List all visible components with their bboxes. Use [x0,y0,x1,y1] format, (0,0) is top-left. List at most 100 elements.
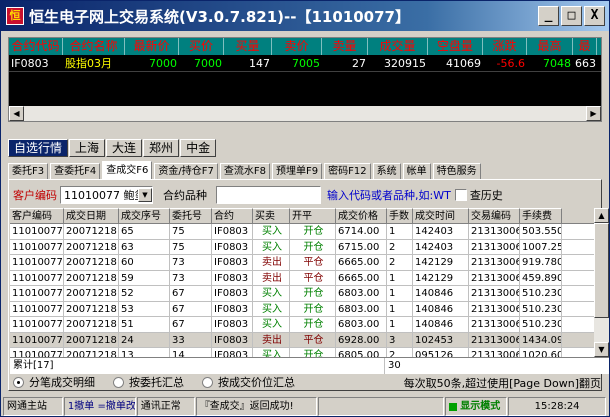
chevron-down-icon[interactable]: ▼ [138,188,152,202]
quote-col-header[interactable]: 买量 [224,38,272,55]
grid-vscrollbar[interactable]: ▲ ▼ [594,208,609,357]
table-cell: 平仓 [290,270,336,285]
scroll-left-icon[interactable]: ◀ [9,106,24,121]
grid-col-header[interactable]: 手数 [387,208,413,223]
scroll-up-icon[interactable]: ▲ [594,208,609,223]
table-cell: 24 [119,332,170,347]
quote-cell: 7000 [149,57,177,70]
table-row[interactable]: 11010077 20071218 52 67 IF0803 买入 开仓 6803.00 1 14… [10,286,594,302]
account-value: 11010077 鲍玺 [64,189,138,202]
function-tab[interactable]: 资金/持仓F7 [154,163,218,180]
function-tab[interactable]: 帐单 [402,163,431,180]
scroll-track[interactable] [24,106,586,121]
table-cell: 213130063 [469,348,520,357]
table-cell: 140846 [413,317,469,332]
table-row[interactable]: 11010077 20071218 51 67 IF0803 买入 开仓 6803.00 1 14… [10,317,594,333]
quote-col-header[interactable]: 空盘量 [428,38,483,55]
quote-col-header[interactable]: 合约代码 [9,38,63,55]
table-cell: IF0803 [212,332,253,347]
table-cell: 59 [119,270,170,285]
grid-col-header[interactable]: 成交时间 [413,208,469,223]
market-tab[interactable]: 郑州 [143,139,180,157]
table-cell: 11010077 [12,286,64,301]
status-display-mode-text: 显示模式 [460,401,501,412]
history-checkbox[interactable] [454,189,467,201]
function-tab[interactable]: 密码F12 [324,163,371,180]
grid-col-header[interactable]: 成交日期 [64,208,119,223]
quote-col-header[interactable]: 最高 [527,38,573,55]
table-cell: 20071218 [64,255,119,270]
quote-col-header[interactable]: 卖价 [272,38,322,55]
table-cell: 33 [170,332,212,347]
function-tab[interactable]: 特色服务 [432,163,481,180]
function-tab[interactable]: 查流水F8 [219,163,270,180]
scroll-down-icon[interactable]: ▼ [594,342,609,357]
maximize-button[interactable]: □ [561,6,582,26]
market-tab[interactable]: 中金 [180,139,217,157]
table-cell: 142129 [413,255,469,270]
table-cell: 11010077 [10,348,64,357]
quote-col-header[interactable]: 买价 [179,38,224,55]
grid-col-header[interactable]: 成交价格 [336,208,387,223]
quote-col-header[interactable]: 最 [573,38,597,55]
account-select[interactable]: 11010077 鲍玺 ▼ [60,186,153,204]
function-tab[interactable]: 查委托F4 [50,163,101,180]
quote-col-header[interactable]: 合约名称 [63,38,125,55]
grid-col-header[interactable]: 客户编码 [10,208,64,223]
quote-row[interactable]: IF0803 股指03月 7000 7000 147 7005 27 320915 41069 -… [9,55,601,72]
status-bar: 网通主站 1撤单 =撤单改1 通讯正常 『查成交』返回成功! 显示模式 15:2… [3,397,607,416]
table-row[interactable]: 11010077 20071218 63 75 IF0803 买入 开仓 6715.00 2 14… [10,239,594,255]
radio-label-by-order: 按委托汇总 [129,376,184,389]
contract-input[interactable] [216,186,321,204]
market-tab[interactable]: 自选行情 [8,139,69,157]
table-cell: 1 [387,224,413,239]
grid-col-header[interactable]: 交易编码 [469,208,520,223]
quote-cell: 147 [249,57,270,70]
function-tab[interactable]: 委托F3 [8,163,49,180]
table-row[interactable]: 11010077 20071218 24 33 IF0803 卖出 平仓 6928.00 3 10… [10,332,594,348]
title-bar[interactable]: 恒 恒生电子网上交易系统(V3.0.7.821)--【11010077】 _ □… [1,1,609,31]
grid-col-header[interactable]: 开平 [290,208,336,223]
function-tab[interactable]: 预埋单F9 [271,163,323,180]
grid-col-header[interactable]: 合约 [212,208,253,223]
app-logo-icon: 恒 [6,7,24,25]
radio-detail[interactable] [13,376,24,388]
function-tabs: 委托F3 查委托F4 查成交F6 资金/持仓F7 查流水F8 预埋单F9 密码F12 系统 帐单… [8,161,483,180]
table-row[interactable]: 11010077 20071218 53 67 IF0803 买入 开仓 6803.00 1 14… [10,301,594,317]
radio-by-order[interactable] [113,376,124,388]
quote-col-header[interactable]: 成交量 [368,38,428,55]
minimize-button[interactable]: _ [538,6,559,26]
grid-col-header[interactable]: 委托号 [170,208,212,223]
table-row[interactable]: 11010077 20071218 13 14 IF0803 买入 开仓 6805.00 2 09… [10,348,594,357]
function-tab[interactable]: 查成交F6 [102,161,153,180]
quote-hscrollbar[interactable]: ◀ ▶ [9,106,601,121]
grid-col-header[interactable]: 成交序号 [119,208,170,223]
quote-col-header[interactable]: 卖量 [322,38,368,55]
radio-label-by-price: 按成交价位汇总 [218,376,295,389]
grid-col-header[interactable]: 手续费 [520,208,562,223]
table-cell: 6928.00 [336,332,387,347]
scroll-thumb[interactable] [594,223,609,318]
table-row[interactable]: 11010077 20071218 65 75 IF0803 买入 开仓 6714.00 1 14… [10,224,594,240]
table-cell: 11010077 [12,255,64,270]
table-cell: IF0803 [212,286,253,301]
table-cell: 1 [387,270,413,285]
grid-col-header[interactable]: 买卖 [253,208,290,223]
close-button[interactable]: X [584,6,605,26]
table-row[interactable]: 11010077 20071218 59 73 IF0803 卖出 平仓 6665.00 1 14… [10,270,594,286]
quote-col-header[interactable]: 最新价 [125,38,179,55]
table-cell: 买入 [253,348,290,357]
market-tab[interactable]: 大连 [106,139,143,157]
market-tab[interactable]: 上海 [69,139,106,157]
table-cell: IF0803 [212,255,253,270]
quote-col-header[interactable]: 涨跌 [483,38,527,55]
scroll-right-icon[interactable]: ▶ [586,106,601,121]
main-window: 恒 恒生电子网上交易系统(V3.0.7.821)--【11010077】 _ □… [0,0,610,417]
radio-by-price[interactable] [202,376,213,388]
account-label: 客户编码 [13,189,57,202]
table-cell: 6803.00 [336,317,387,332]
function-tab[interactable]: 系统 [372,163,401,180]
table-cell: 14 [170,348,212,357]
table-cell: 213130063 [469,332,520,347]
table-row[interactable]: 11010077 20071218 60 73 IF0803 卖出 平仓 6665.00 2 14… [10,255,594,271]
